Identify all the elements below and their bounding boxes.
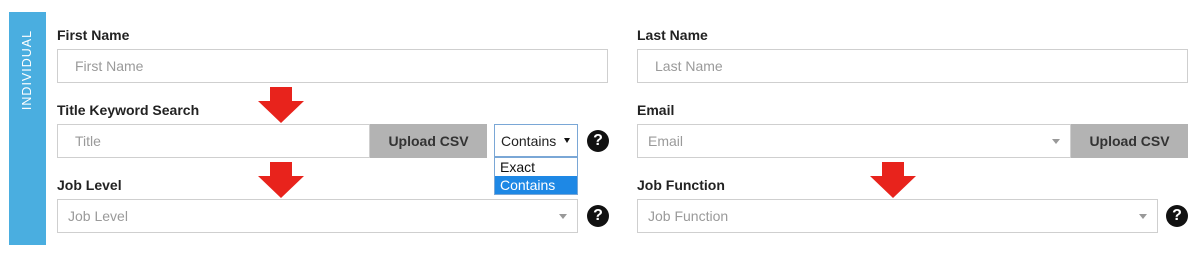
job-level-label: Job Level <box>57 177 122 193</box>
title-match-mode-options: Exact Contains <box>494 157 578 195</box>
email-placeholder: Email <box>648 133 684 149</box>
title-keyword-label: Title Keyword Search <box>57 102 200 118</box>
title-upload-csv-button[interactable]: Upload CSV <box>370 124 487 158</box>
title-help-icon[interactable]: ? <box>587 130 609 152</box>
section-label: INDIVIDUAL <box>20 29 35 111</box>
email-label: Email <box>637 102 675 118</box>
email-upload-csv-button[interactable]: Upload CSV <box>1071 124 1188 158</box>
section-label-container: INDIVIDUAL <box>9 12 46 128</box>
section-side-band: INDIVIDUAL <box>9 12 46 245</box>
title-input[interactable] <box>57 124 370 158</box>
job-level-select[interactable]: Job Level <box>57 199 578 233</box>
chevron-down-icon <box>559 214 567 219</box>
job-function-placeholder: Job Function <box>648 208 729 224</box>
chevron-down-icon <box>1052 139 1060 144</box>
job-level-help-icon[interactable]: ? <box>587 205 609 227</box>
option-contains[interactable]: Contains <box>495 176 577 194</box>
option-exact[interactable]: Exact <box>495 158 577 176</box>
title-match-mode-select[interactable]: Contains <box>494 124 578 157</box>
job-level-placeholder: Job Level <box>68 208 128 224</box>
title-match-mode-value: Contains <box>501 132 557 149</box>
chevron-down-icon <box>1139 214 1147 219</box>
first-name-label: First Name <box>57 27 130 43</box>
job-function-label: Job Function <box>637 177 725 193</box>
red-arrow-down-icon <box>258 162 304 198</box>
last-name-label: Last Name <box>637 27 708 43</box>
email-select[interactable]: Email <box>637 124 1071 158</box>
red-arrow-down-icon <box>258 87 304 123</box>
job-function-help-icon[interactable]: ? <box>1166 205 1188 227</box>
last-name-input[interactable] <box>637 49 1188 83</box>
first-name-input[interactable] <box>57 49 608 83</box>
job-function-select[interactable]: Job Function <box>637 199 1158 233</box>
red-arrow-down-icon <box>870 162 916 198</box>
dropdown-triangle-icon <box>564 138 570 143</box>
